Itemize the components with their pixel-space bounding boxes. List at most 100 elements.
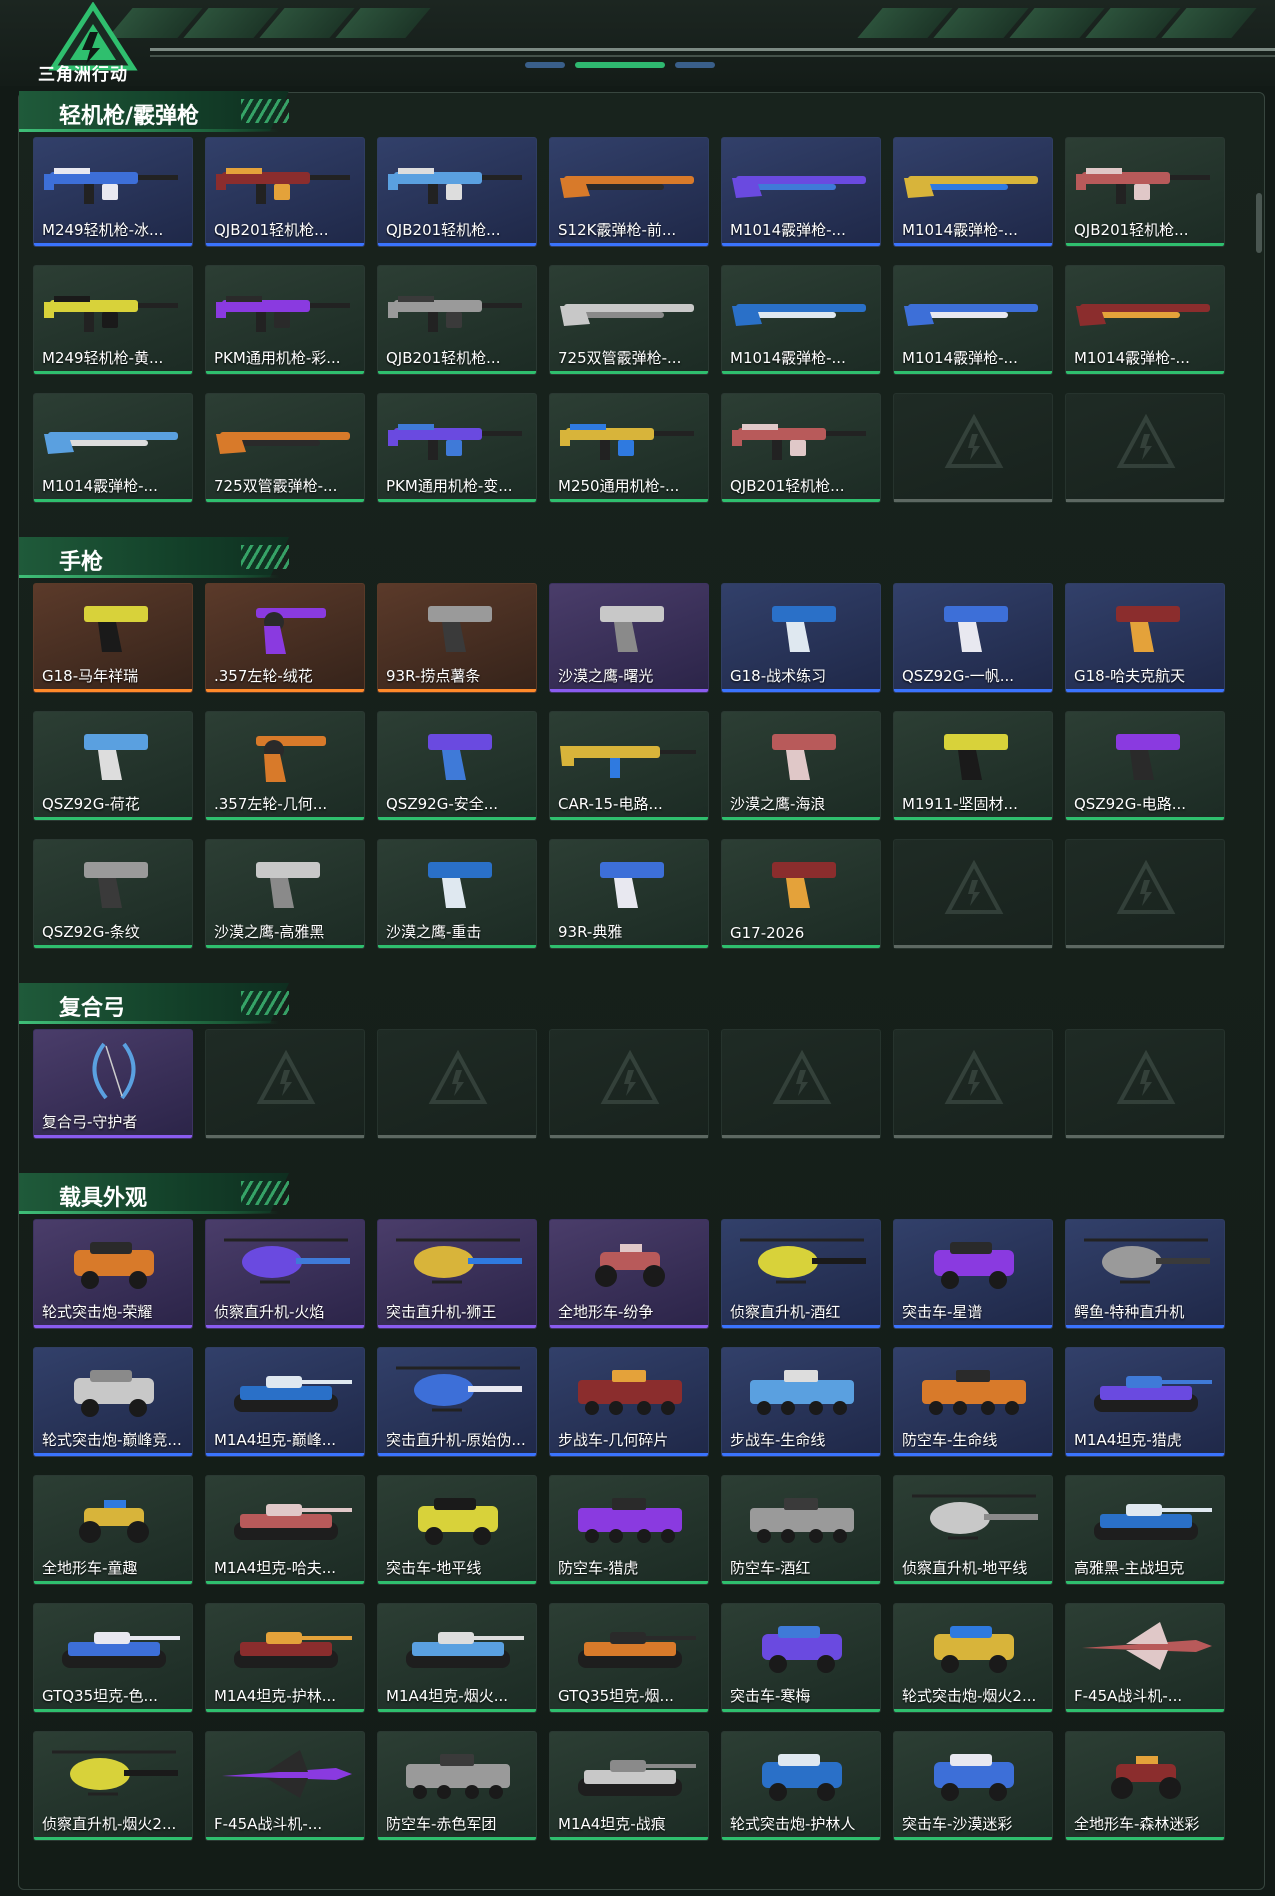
skin-card[interactable]: M1014霰弹枪-... [721,137,881,247]
skin-card[interactable]: M1911-坚固材... [893,711,1053,821]
rarity-bar [378,817,536,820]
skin-card[interactable]: 防空车-赤色军团 [377,1731,537,1841]
skin-card[interactable]: 轮式突击炮-巅峰竞... [33,1347,193,1457]
skin-card[interactable]: QJB201轻机枪... [377,265,537,375]
skin-card[interactable]: 步战车-几何碎片 [549,1347,709,1457]
skin-card[interactable]: 93R-典雅 [549,839,709,949]
skin-card[interactable]: 93R-捞点薯条 [377,583,537,693]
delta-watermark-icon [944,860,1004,914]
skin-card[interactable]: 突击车-地平线 [377,1475,537,1585]
skin-card[interactable]: G18-战术练习 [721,583,881,693]
skin-card[interactable]: M1A4坦克-猎虎 [1065,1347,1225,1457]
rarity-bar [550,945,708,948]
skin-card[interactable]: CAR-15-电路... [549,711,709,821]
skin-card[interactable]: 突击车-寒梅 [721,1603,881,1713]
skin-card[interactable]: S12K霰弹枪-前... [549,137,709,247]
section-header-underline [19,1021,279,1024]
skin-card[interactable]: M250通用机枪-... [549,393,709,503]
skin-card[interactable]: 高雅黑-主战坦克 [1065,1475,1225,1585]
skin-card[interactable]: PKM通用机枪-变... [377,393,537,503]
skin-card[interactable]: M1014霰弹枪-... [721,265,881,375]
skin-card[interactable]: 全地形车-童趣 [33,1475,193,1585]
delta-watermark-icon [772,1050,832,1104]
skin-card[interactable]: 突击车-星谱 [893,1219,1053,1329]
skin-card[interactable]: 轮式突击炮-护林人 [721,1731,881,1841]
banner-line [150,48,1275,51]
skin-card[interactable]: 侦察直升机-酒红 [721,1219,881,1329]
skin-card[interactable]: QSZ92G-电路... [1065,711,1225,821]
skin-card[interactable]: 725双管霰弹枪-... [205,393,365,503]
skin-collection-panel: 轻机枪/霰弹枪 M249轻机枪-冰... QJB201轻机枪... QJB201… [18,91,1265,1890]
skin-card[interactable]: G18-哈夫克航天 [1065,583,1225,693]
skin-card[interactable]: M1014霰弹枪-... [33,393,193,503]
skin-card[interactable]: 防空车-酒红 [721,1475,881,1585]
skin-card[interactable]: QSZ92G-条纹 [33,839,193,949]
skin-card[interactable]: 沙漠之鹰-高雅黑 [205,839,365,949]
skin-card[interactable]: 突击直升机-原始伪... [377,1347,537,1457]
skin-card[interactable]: 突击车-沙漠迷彩 [893,1731,1053,1841]
rarity-bar [550,1581,708,1584]
skin-card[interactable]: M1A4坦克-巅峰... [205,1347,365,1457]
skin-name: 突击车-寒梅 [730,1687,811,1705]
skin-card[interactable]: QSZ92G-一帆... [893,583,1053,693]
pistol-icon [772,606,836,652]
skin-card[interactable]: M249轻机枪-冰... [33,137,193,247]
rarity-bar [378,1325,536,1328]
skin-name: .357左轮-几何... [214,795,328,813]
tank-icon [234,1504,352,1540]
skin-card[interactable]: G17-2026 [721,839,881,949]
skin-card[interactable]: 步战车-生命线 [721,1347,881,1457]
skin-card[interactable]: M1A4坦克-烟火... [377,1603,537,1713]
skin-card[interactable]: M1A4坦克-护林... [205,1603,365,1713]
armored-car-icon [934,1626,1014,1673]
skin-card[interactable]: QSZ92G-安全... [377,711,537,821]
rarity-bar [206,1709,364,1712]
section-title: 手枪 [59,550,104,575]
skin-card[interactable]: GTQ35坦克-烟... [549,1603,709,1713]
skin-card[interactable]: QJB201轻机枪... [721,393,881,503]
skin-card[interactable]: M1A4坦克-哈夫... [205,1475,365,1585]
skin-card[interactable]: GTQ35坦克-色... [33,1603,193,1713]
skin-card[interactable]: 沙漠之鹰-曙光 [549,583,709,693]
skin-card[interactable]: 沙漠之鹰-海浪 [721,711,881,821]
skin-card[interactable]: 沙漠之鹰-重击 [377,839,537,949]
skin-card[interactable]: 复合弓-守护者 [33,1029,193,1139]
skin-card[interactable]: 防空车-生命线 [893,1347,1053,1457]
skin-card[interactable]: M1A4坦克-战痕 [549,1731,709,1841]
scrollbar[interactable] [1256,193,1262,253]
skin-card[interactable]: 侦察直升机-烟火2... [33,1731,193,1841]
pistol-icon [772,734,836,780]
ifv-icon [922,1370,1026,1415]
skin-card[interactable]: F-45A战斗机-... [1065,1603,1225,1713]
skin-card[interactable]: M1014霰弹枪-... [893,265,1053,375]
jet-icon [1082,1622,1212,1670]
skin-card[interactable]: 防空车-猎虎 [549,1475,709,1585]
skin-card[interactable]: M1014霰弹枪-... [893,137,1053,247]
skin-card[interactable]: M249轻机枪-黄... [33,265,193,375]
skin-card[interactable]: G18-马年祥瑞 [33,583,193,693]
skin-card[interactable]: 鳄鱼-特种直升机 [1065,1219,1225,1329]
skin-card[interactable]: PKM通用机枪-彩... [205,265,365,375]
skin-card[interactable]: 轮式突击炮-烟火2... [893,1603,1053,1713]
skin-card[interactable]: 725双管霰弹枪-... [549,265,709,375]
skin-card[interactable]: M1014霰弹枪-... [1065,265,1225,375]
skin-card[interactable]: QSZ92G-荷花 [33,711,193,821]
skin-card[interactable]: QJB201轻机枪... [1065,137,1225,247]
skin-name: 轮式突击炮-护林人 [730,1815,856,1833]
skin-card[interactable]: QJB201轻机枪... [377,137,537,247]
skin-card[interactable]: 突击直升机-狮王 [377,1219,537,1329]
delta-watermark-icon [1116,414,1176,468]
skin-card[interactable]: F-45A战斗机-... [205,1731,365,1841]
skin-card[interactable]: 轮式突击炮-荣耀 [33,1219,193,1329]
skin-name: QSZ92G-安全... [386,795,499,813]
skin-card[interactable]: .357左轮-绒花 [205,583,365,693]
skin-card[interactable]: 全地形车-森林迷彩 [1065,1731,1225,1841]
skin-card[interactable]: 全地形车-纷争 [549,1219,709,1329]
skin-card[interactable]: QJB201轻机枪... [205,137,365,247]
rarity-bar [378,1581,536,1584]
skin-card[interactable]: 侦察直升机-火焰 [205,1219,365,1329]
skin-card[interactable]: 侦察直升机-地平线 [893,1475,1053,1585]
skin-card[interactable]: .357左轮-几何... [205,711,365,821]
ifv-icon [750,1370,854,1415]
section-header-2: 复合弓 [19,983,299,1024]
